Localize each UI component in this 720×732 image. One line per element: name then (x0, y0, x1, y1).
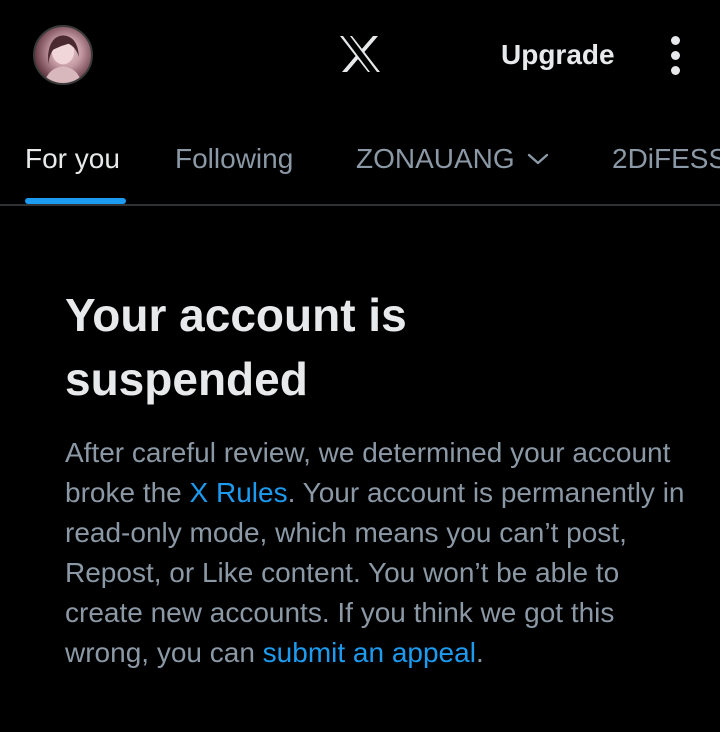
tab-2difess[interactable]: 2DiFESS (612, 142, 720, 176)
avatar-image (44, 35, 82, 83)
x-logo-icon[interactable] (338, 34, 382, 74)
page-title: Your account is suspended (65, 283, 685, 411)
x-rules-link[interactable]: X Rules (190, 477, 288, 508)
tab-following[interactable]: Following (175, 142, 293, 176)
more-vertical-icon[interactable] (664, 34, 688, 76)
timeline-tabs: For you Following ZONAUANG 2DiFESS (0, 112, 720, 206)
upgrade-button[interactable]: Upgrade (501, 38, 615, 72)
chevron-down-icon (527, 153, 548, 164)
tab-for-you[interactable]: For you (25, 142, 120, 176)
notice-text-3: . (475, 637, 484, 668)
notice-body: After careful review, we determined your… (65, 433, 685, 673)
tab-zonauang[interactable]: ZONAUANG (356, 142, 549, 176)
active-tab-indicator (25, 198, 126, 204)
title-line-1: Your account is (65, 289, 407, 341)
tab-zonauang-label: ZONAUANG (356, 143, 515, 174)
submit-appeal-link[interactable]: submit an appeal (263, 637, 476, 668)
title-line-2: suspended (65, 353, 308, 405)
suspension-notice: Your account is suspended After careful r… (65, 283, 685, 673)
profile-avatar[interactable] (33, 25, 93, 85)
top-bar: Upgrade (0, 0, 720, 112)
